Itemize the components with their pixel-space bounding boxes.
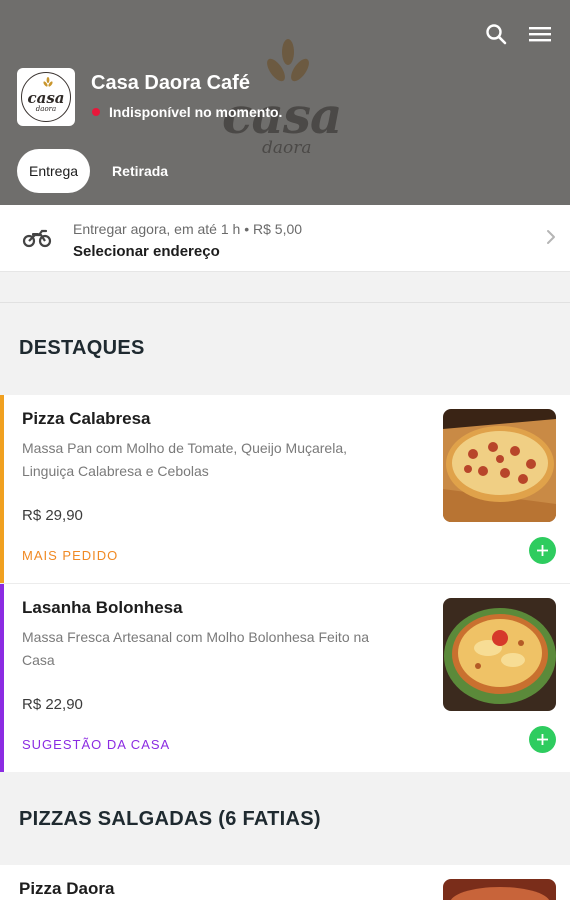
section-title-destaques: DESTAQUES — [19, 337, 145, 359]
highlight-bar — [0, 584, 4, 772]
add-to-cart-button[interactable] — [529, 726, 556, 753]
store-name: Casa Daora Café — [91, 72, 250, 94]
plus-icon — [537, 734, 548, 745]
product-price: R$ 22,90 — [22, 696, 83, 713]
add-to-cart-button[interactable] — [529, 537, 556, 564]
product-card-pizza-daora[interactable]: Pizza Daora — [0, 865, 570, 900]
product-badge: SUGESTÃO DA CASA — [22, 737, 171, 752]
motorcycle-icon — [22, 229, 52, 248]
product-price: R$ 29,90 — [22, 507, 83, 524]
product-name: Pizza Calabresa — [22, 409, 151, 428]
product-card-pizza-calabresa[interactable]: Pizza Calabresa Massa Pan com Molho de T… — [0, 395, 570, 583]
plus-icon — [537, 545, 548, 556]
search-icon[interactable] — [482, 20, 510, 48]
wheat-icon — [43, 77, 53, 87]
chevron-right-icon — [547, 230, 555, 244]
product-description: Massa Fresca Artesanal com Molho Bolonhe… — [22, 629, 370, 668]
status-text: Indisponível no momento. — [109, 104, 283, 120]
section-spacer — [0, 273, 570, 303]
product-image-pizza — [443, 879, 556, 900]
product-description: Massa Pan com Molho de Tomate, Queijo Mu… — [22, 440, 348, 479]
product-card-lasanha-bolonhesa[interactable]: Lasanha Bolonhesa Massa Fresca Artesanal… — [0, 584, 570, 772]
highlight-bar — [0, 395, 4, 583]
delivery-address-selector[interactable] — [0, 205, 570, 272]
store-header: casa daora casa daora Casa Daora Café In… — [0, 0, 570, 205]
product-name: Pizza Daora — [19, 879, 115, 898]
section-title-pizzas-salgadas: PIZZAS SALGADAS (6 FATIAS) — [19, 808, 321, 830]
background-logo: casa daora — [222, 38, 357, 163]
tab-retirada[interactable]: Retirada — [112, 163, 168, 179]
background-logo-sub: daora — [262, 138, 312, 158]
select-address-label: Selecionar endereço — [73, 243, 220, 260]
store-logo: casa daora — [17, 68, 75, 126]
menu-icon[interactable] — [526, 20, 554, 48]
product-name: Lasanha Bolonhesa — [22, 598, 183, 617]
status-dot-icon — [92, 108, 100, 116]
product-image-pizza — [443, 409, 556, 522]
delivery-eta-fee: Entregar agora, em até 1 h • R$ 5,00 — [73, 221, 303, 237]
order-mode-tabs: Entrega Retirada — [17, 149, 168, 193]
store-status: Indisponível no momento. — [92, 104, 282, 120]
product-badge: MAIS PEDIDO — [22, 548, 119, 563]
product-image-lasagna — [443, 598, 556, 711]
store-logo-sub: daora — [35, 105, 57, 113]
tab-entrega[interactable]: Entrega — [17, 149, 91, 193]
